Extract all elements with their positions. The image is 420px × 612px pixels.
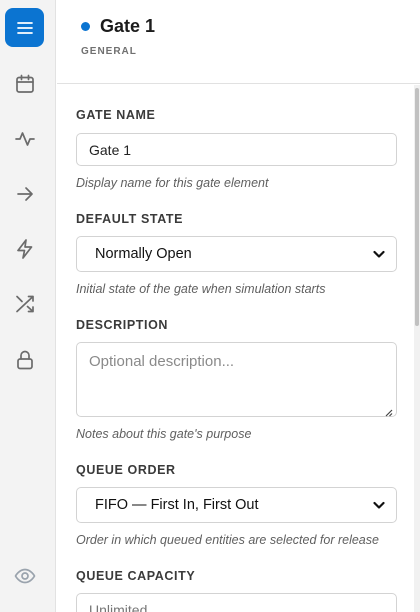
chevron-down-icon xyxy=(373,501,385,509)
eye-icon xyxy=(14,568,35,583)
panel-title: Gate 1 xyxy=(100,16,156,36)
queue-order-value: FIFO — First In, First Out xyxy=(95,497,259,513)
description-help: Notes about this gate's purpose xyxy=(76,427,252,441)
chevron-down-icon xyxy=(373,250,385,258)
gate-name-label: GATE NAME xyxy=(76,108,156,122)
queue-order-select[interactable]: FIFO — First In, First Out xyxy=(76,487,397,523)
route-button[interactable] xyxy=(5,174,44,213)
shuffle-button[interactable] xyxy=(5,284,44,323)
default-state-help: Initial state of the gate when simulatio… xyxy=(76,282,326,296)
description-placeholder: Optional description... xyxy=(89,353,235,370)
calendar-button[interactable] xyxy=(5,64,44,103)
trigger-button[interactable] xyxy=(5,229,44,268)
panel-header: Gate 1 GENERAL xyxy=(57,0,420,84)
activity-button[interactable] xyxy=(5,119,44,158)
arrow-right-icon xyxy=(16,186,33,201)
menu-button[interactable] xyxy=(5,8,44,47)
gate-name-help: Display name for this gate element xyxy=(76,176,269,190)
title-row: Gate 1 xyxy=(81,16,155,37)
default-state-select[interactable]: Normally Open xyxy=(76,236,397,272)
calendar-icon xyxy=(15,74,34,93)
description-textarea[interactable]: Optional description... xyxy=(76,342,397,417)
queue-capacity-label: QUEUE CAPACITY xyxy=(76,569,196,583)
gate-name-input[interactable] xyxy=(76,133,397,166)
visibility-button[interactable] xyxy=(5,556,44,595)
description-label: DESCRIPTION xyxy=(76,318,169,332)
properties-form: GATE NAME Display name for this gate ele… xyxy=(57,85,414,612)
default-state-value: Normally Open xyxy=(95,246,192,262)
status-dot xyxy=(81,22,90,31)
menu-icon xyxy=(16,21,33,34)
queue-order-help: Order in which queued entities are selec… xyxy=(76,533,379,547)
section-subtitle: GENERAL xyxy=(81,46,137,57)
lock-button[interactable] xyxy=(5,340,44,379)
sidebar-rail xyxy=(0,0,56,612)
queue-capacity-input[interactable] xyxy=(76,593,397,612)
lock-icon xyxy=(16,350,33,369)
shuffle-icon xyxy=(15,295,34,312)
default-state-label: DEFAULT STATE xyxy=(76,212,184,226)
queue-order-label: QUEUE ORDER xyxy=(76,463,176,477)
resize-grip-icon[interactable] xyxy=(384,404,393,417)
lightning-icon xyxy=(16,238,32,259)
activity-icon xyxy=(14,131,35,146)
scrollbar-thumb[interactable] xyxy=(415,88,419,326)
